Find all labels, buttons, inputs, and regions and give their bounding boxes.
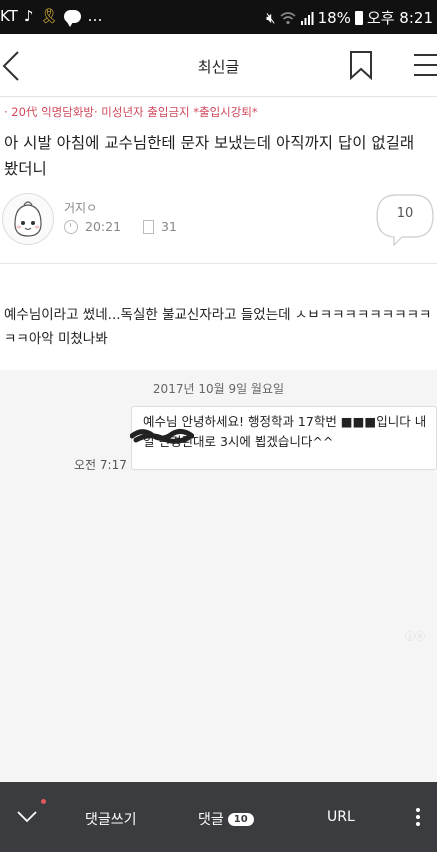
music-note-icon: ♪ [23, 7, 34, 25]
ribbon-icon: 🎗 [39, 7, 59, 25]
redaction-scribble [130, 428, 194, 444]
post-title: 아 시발 아침에 교수님한테 문자 보냈는데 아직까지 답이 없길래 봤더니 [4, 134, 415, 178]
view-count: 31 [161, 219, 177, 234]
write-comment-button[interactable]: 댓글쓰기 [85, 809, 137, 829]
post-time: 20:21 [85, 219, 122, 234]
avatar-face-icon [14, 201, 42, 237]
carrier-label: KT [0, 7, 18, 25]
status-bar: KT ♪ 🎗 … 🔇︎ 18% 오후 8:21 [0, 0, 437, 34]
comments-badge: 10 [227, 813, 254, 826]
more-options-icon[interactable] [416, 808, 422, 828]
comments-label: 댓글 [198, 812, 224, 828]
views-icon [143, 219, 155, 234]
url-button[interactable]: URL [327, 809, 355, 825]
battery-icon [354, 10, 363, 25]
author-name[interactable]: 거지ㅇ [64, 199, 97, 216]
mute-icon: 🔇︎ [266, 8, 276, 27]
divider [0, 263, 437, 264]
board-category[interactable]: · 20代 익명담화방· 미성년자 출입금지 *출입시강퇴* [4, 104, 258, 120]
comment-count: 10 [396, 206, 414, 221]
battery-percent: 18% [317, 8, 351, 27]
attached-image[interactable]: 2017년 10월 9일 월요일 오전 7:17 예수님 안녕하세요! 행정학과… [0, 370, 437, 782]
comment-count-button[interactable]: 10 [376, 194, 434, 247]
clock-icon [64, 219, 78, 234]
more-icon: … [87, 7, 103, 25]
signal-icon [300, 11, 314, 25]
comments-button[interactable]: 댓글 10 [198, 809, 254, 829]
app-header: 최신글 [0, 34, 437, 97]
avatar[interactable] [2, 193, 54, 245]
watermark: ⓙⓗ [405, 632, 425, 643]
post-meta: 20:21 31 [64, 219, 177, 234]
clock: 오후 8:21 [366, 9, 433, 27]
bookmark-icon[interactable] [348, 50, 374, 80]
wifi-icon [280, 11, 296, 24]
notification-dot [41, 799, 46, 804]
message-time: 오전 7:17 [74, 458, 127, 472]
chevron-down-icon[interactable] [14, 806, 40, 826]
talk-icon [64, 9, 82, 27]
post-body: 예수님이라고 썼네...독실한 불교신자라고 들었는데 ㅅㅂㅋㅋㅋㅋㅋㅋㅋㅋㅋㅋ… [4, 307, 432, 347]
bottom-toolbar: 댓글쓰기 댓글 10 URL [0, 782, 437, 852]
message-date: 2017년 10월 9일 월요일 [152, 382, 285, 396]
menu-icon[interactable] [412, 52, 437, 78]
